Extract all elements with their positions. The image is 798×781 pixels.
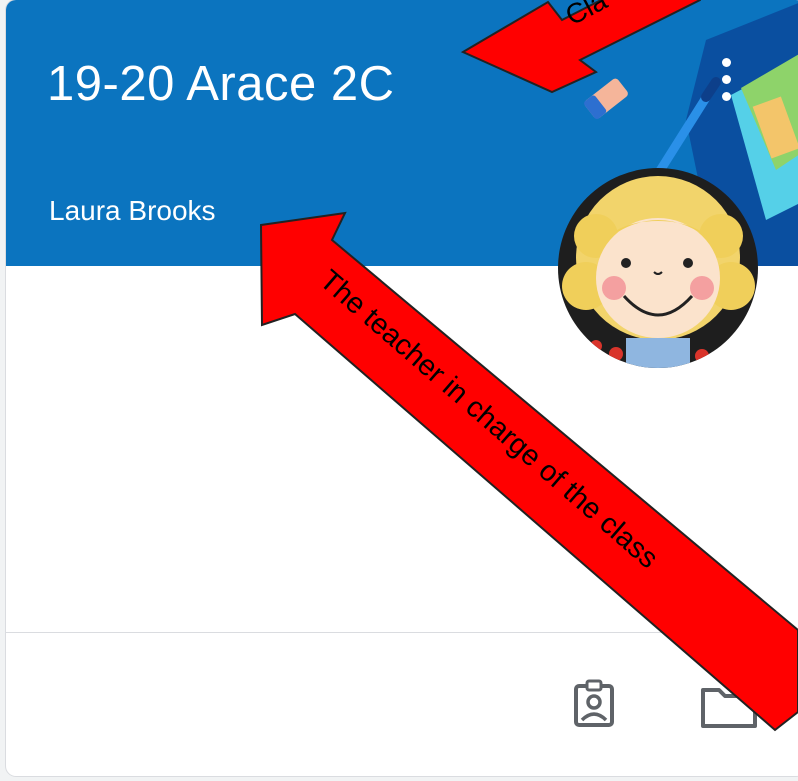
teacher-name: Laura Brooks: [49, 195, 216, 226]
assignment-ind-icon[interactable]: [573, 678, 615, 728]
folder-icon[interactable]: [699, 684, 759, 730]
more-vert-icon[interactable]: [712, 50, 742, 110]
teacher-avatar[interactable]: [556, 166, 760, 370]
class-card[interactable]: 19-20 Arace 2C Laura Brooks: [6, 0, 798, 776]
card-divider: [6, 632, 798, 633]
class-title[interactable]: 19-20 Arace 2C: [47, 56, 395, 112]
